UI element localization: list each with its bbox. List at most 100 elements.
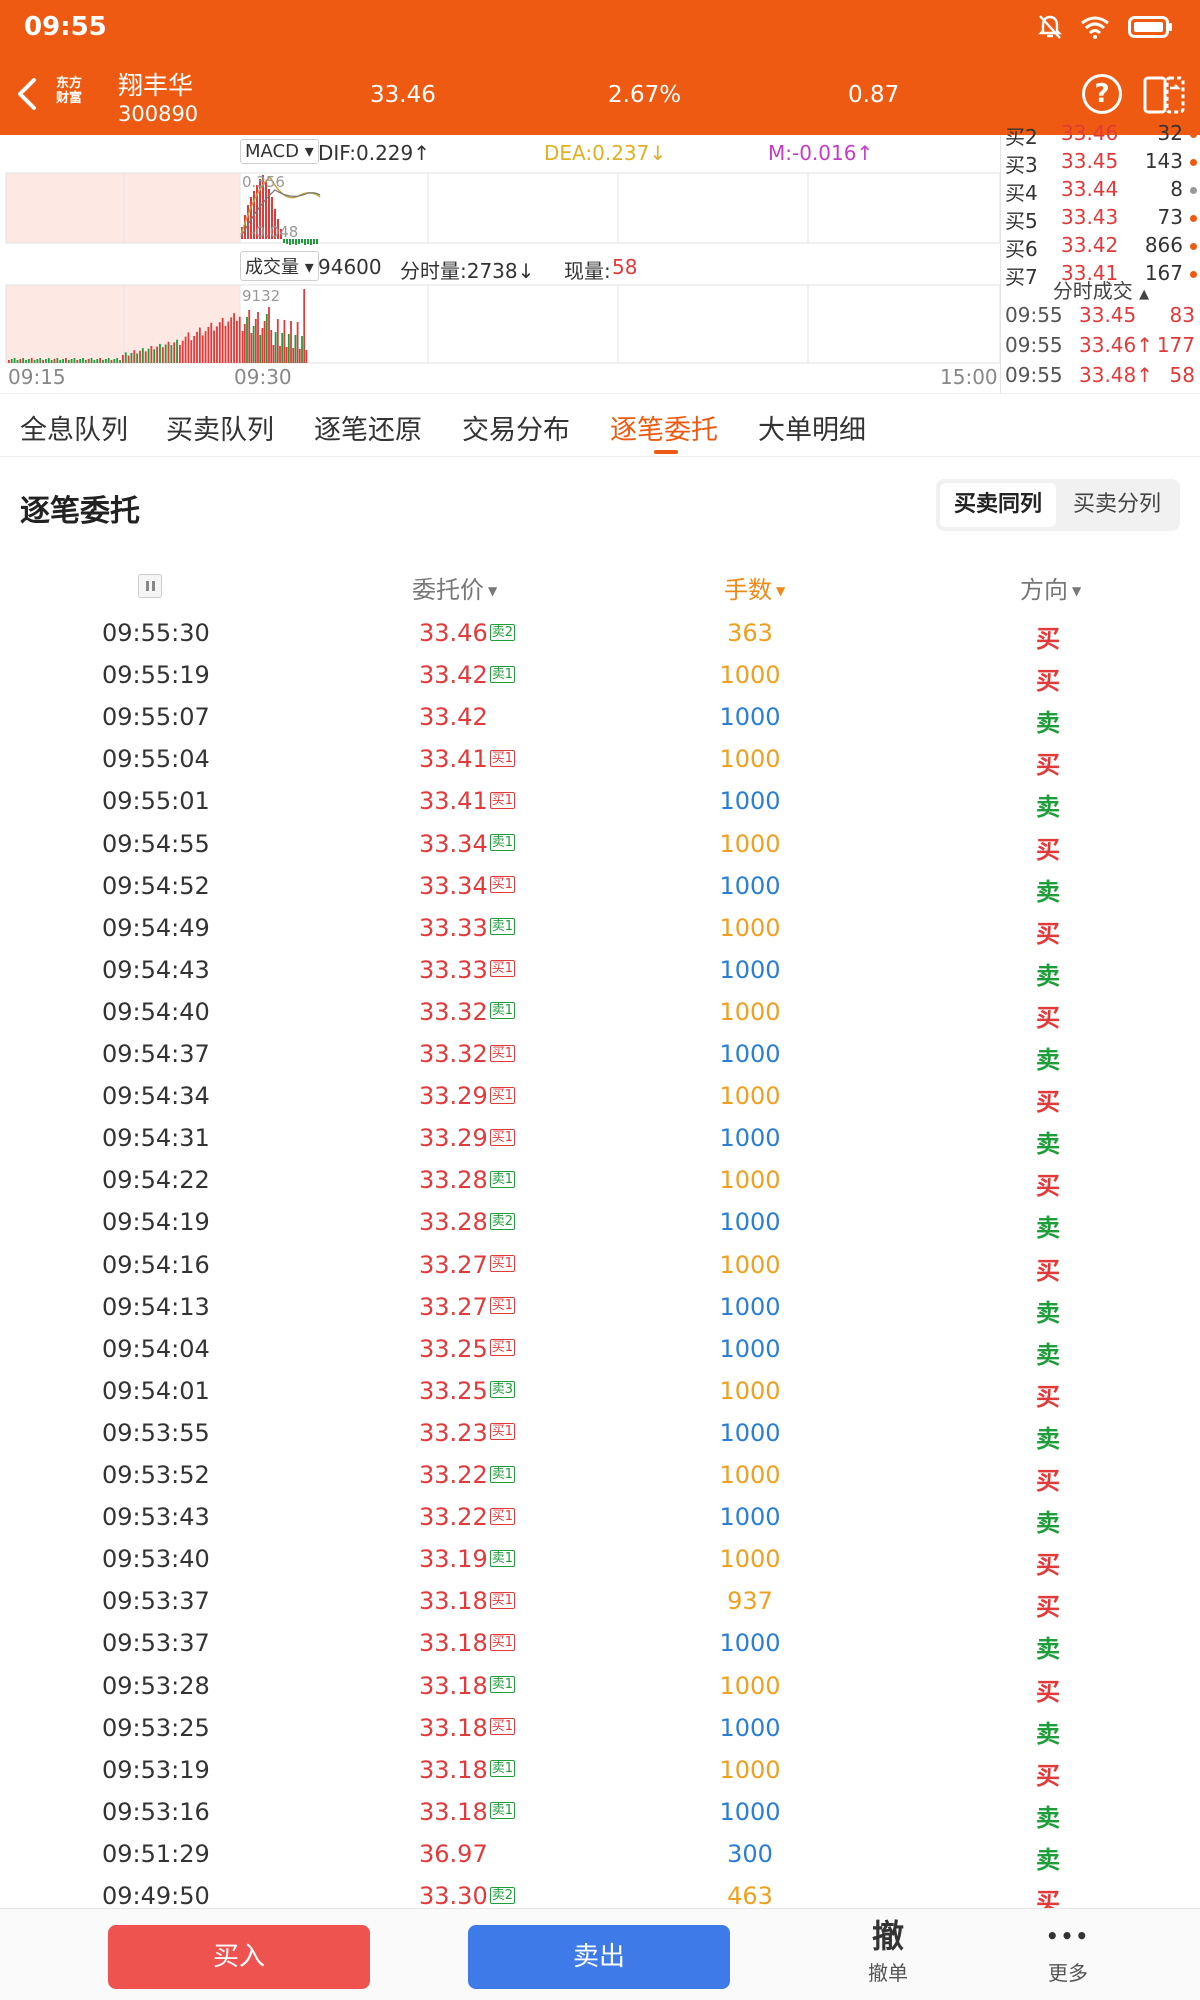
table-row[interactable]: 09:53:55 33.23 买1 1000 卖 bbox=[0, 1419, 1200, 1461]
table-row[interactable]: 09:54:16 33.27 买1 1000 买 bbox=[0, 1251, 1200, 1293]
logo-text: 东方财富 bbox=[55, 76, 82, 106]
tab-full-queue[interactable]: 全息队列 bbox=[20, 408, 128, 447]
level-badge: 买1 bbox=[489, 791, 515, 809]
volume-bar bbox=[270, 330, 273, 363]
trade-volume: 58 bbox=[1169, 363, 1195, 387]
table-row[interactable]: 09:53:28 33.18 卖1 1000 买 bbox=[0, 1672, 1200, 1714]
volume-bar bbox=[290, 321, 292, 363]
order-time: 09:54:52 bbox=[102, 871, 210, 900]
table-row[interactable]: 09:53:40 33.19 卖1 1000 买 bbox=[0, 1545, 1200, 1587]
level-price: 33.43 bbox=[1061, 205, 1119, 229]
trade-price: 33.45 bbox=[1079, 303, 1137, 327]
table-row[interactable]: 09:54:19 33.28 卖2 1000 卖 bbox=[0, 1208, 1200, 1250]
table-row[interactable]: 09:54:04 33.25 买1 1000 卖 bbox=[0, 1335, 1200, 1377]
order-price: 33.18 卖1 bbox=[419, 1672, 515, 1700]
table-row[interactable]: 09:54:37 33.32 买1 1000 卖 bbox=[0, 1040, 1200, 1082]
order-price: 36.97 bbox=[419, 1840, 488, 1868]
table-row[interactable]: 09:54:49 33.33 卖1 1000 买 bbox=[0, 914, 1200, 956]
order-volume: 1000 bbox=[719, 1713, 781, 1742]
table-row[interactable]: 09:53:37 33.18 买1 937 买 bbox=[0, 1587, 1200, 1629]
volume-bar bbox=[187, 332, 190, 363]
order-time: 09:53:52 bbox=[102, 1461, 210, 1489]
tab-bid-ask-queue[interactable]: 买卖队列 bbox=[166, 408, 274, 447]
table-row[interactable]: 09:53:43 33.22 买1 1000 卖 bbox=[0, 1503, 1200, 1545]
table-row[interactable]: 09:54:52 33.34 买1 1000 卖 bbox=[0, 872, 1200, 914]
volume-bar bbox=[19, 359, 22, 363]
sort-caret-icon: ▼ bbox=[488, 584, 498, 598]
header-direction[interactable]: 方向 ▼ bbox=[1020, 570, 1081, 605]
back-icon[interactable] bbox=[12, 76, 42, 112]
order-volume: 1000 bbox=[719, 871, 781, 900]
level-badge: 买1 bbox=[489, 1591, 515, 1609]
order-price-value: 33.32 bbox=[419, 1040, 488, 1068]
volume-bar bbox=[8, 360, 10, 363]
chart-area[interactable]: MACD ▾ DIF:0.229↑ DEA:0.237↓ M:-0.016↑ 0… bbox=[0, 135, 1000, 393]
level-volume: 8 bbox=[1170, 177, 1183, 201]
order-book[interactable]: 买2 33.46 32 买3 33.45 143 买4 33.44 8 买5 33.43 73 买6 33… bbox=[1000, 121, 1200, 393]
order-book-row: 买5 33.43 73 bbox=[1001, 205, 1200, 233]
table-row[interactable]: 09:55:04 33.41 买1 1000 买 bbox=[0, 745, 1200, 787]
tab-tick-orders[interactable]: 逐笔委托 bbox=[610, 408, 718, 447]
order-price: 33.41 买1 bbox=[419, 745, 515, 773]
table-row[interactable]: 09:54:43 33.33 买1 1000 卖 bbox=[0, 956, 1200, 998]
table-row[interactable]: 09:51:29 36.97 300 卖 bbox=[0, 1840, 1200, 1882]
table-row[interactable]: 09:54:22 33.28 卖1 1000 买 bbox=[0, 1166, 1200, 1208]
macd-selector[interactable]: MACD ▾ bbox=[240, 139, 319, 164]
volume-bar bbox=[102, 360, 104, 363]
volume-bar bbox=[248, 310, 251, 363]
order-price-value: 33.28 bbox=[419, 1166, 488, 1195]
m-value: M:-0.016↑ bbox=[768, 141, 874, 165]
table-row[interactable]: 09:54:13 33.27 买1 1000 卖 bbox=[0, 1293, 1200, 1335]
order-direction: 卖 bbox=[1036, 1509, 1060, 1538]
order-price-value: 33.18 bbox=[419, 1671, 488, 1700]
order-volume: 1000 bbox=[719, 1418, 781, 1447]
table-row[interactable]: 09:54:34 33.29 买1 1000 买 bbox=[0, 1082, 1200, 1124]
help-icon[interactable]: ? bbox=[1082, 74, 1122, 114]
volume-bar bbox=[285, 347, 288, 363]
trades-header[interactable]: 分时成交 ▲ bbox=[1001, 275, 1200, 304]
trade-volume: 177 bbox=[1156, 333, 1195, 357]
table-row[interactable]: 09:55:19 33.42 卖1 1000 买 bbox=[0, 661, 1200, 703]
table-row[interactable]: 09:53:25 33.18 买1 1000 卖 bbox=[0, 1714, 1200, 1756]
tab-trade-distribution[interactable]: 交易分布 bbox=[462, 408, 570, 447]
pause-icon[interactable] bbox=[138, 574, 162, 598]
sell-button[interactable]: 卖出 bbox=[468, 1925, 730, 1989]
table-row[interactable]: 09:54:55 33.34 卖1 1000 买 bbox=[0, 830, 1200, 872]
order-volume: 363 bbox=[727, 619, 773, 647]
volume-bar bbox=[210, 322, 213, 363]
table-row[interactable]: 09:53:37 33.18 买1 1000 卖 bbox=[0, 1629, 1200, 1671]
trade-row: 09:55 33.48↑ 58 bbox=[1001, 363, 1200, 391]
order-price: 33.29 买1 bbox=[419, 1124, 515, 1152]
tab-tick-restore[interactable]: 逐笔还原 bbox=[314, 408, 422, 447]
same-column-button[interactable]: 买卖同列 bbox=[940, 483, 1056, 527]
cancel-order-button[interactable]: 撤 撤单 bbox=[848, 1915, 928, 1986]
order-price: 33.22 卖1 bbox=[419, 1461, 515, 1489]
header-price[interactable]: 委托价 ▼ bbox=[412, 570, 497, 605]
table-row[interactable]: 09:55:30 33.46 卖2 363 买 bbox=[0, 619, 1200, 661]
level-badge: 买1 bbox=[489, 1718, 515, 1736]
table-row[interactable]: 09:54:40 33.32 卖1 1000 买 bbox=[0, 998, 1200, 1040]
table-row[interactable]: 09:55:01 33.41 买1 1000 卖 bbox=[0, 787, 1200, 829]
level-badge: 买1 bbox=[489, 1044, 515, 1062]
table-row[interactable]: 09:55:07 33.42 1000 卖 bbox=[0, 703, 1200, 745]
volume-bar bbox=[227, 321, 230, 363]
order-time: 09:53:40 bbox=[102, 1545, 210, 1574]
table-row[interactable]: 09:53:16 33.18 卖1 1000 卖 bbox=[0, 1798, 1200, 1840]
order-price-value: 33.18 bbox=[419, 1629, 488, 1658]
order-volume: 1000 bbox=[719, 661, 781, 690]
header-volume[interactable]: 手数 ▼ bbox=[724, 570, 785, 605]
volume-selector[interactable]: 成交量 ▾ bbox=[240, 251, 319, 281]
tab-large-orders[interactable]: 大单明细 bbox=[758, 408, 866, 447]
switch-layout-icon[interactable] bbox=[1142, 74, 1186, 116]
table-row[interactable]: 09:53:52 33.22 卖1 1000 买 bbox=[0, 1461, 1200, 1503]
order-time: 09:54:04 bbox=[102, 1334, 210, 1363]
more-button[interactable]: ••• 更多 bbox=[1028, 1915, 1108, 1986]
level-badge: 买1 bbox=[489, 960, 515, 978]
table-row[interactable]: 09:54:01 33.25 卖3 1000 买 bbox=[0, 1377, 1200, 1419]
table-row[interactable]: 09:54:31 33.29 买1 1000 卖 bbox=[0, 1124, 1200, 1166]
buy-button[interactable]: 买入 bbox=[108, 1925, 370, 1989]
table-row[interactable]: 09:53:19 33.18 卖1 1000 买 bbox=[0, 1756, 1200, 1798]
volume-bar bbox=[42, 360, 44, 363]
trade-row: 09:55 33.46↑ 177 bbox=[1001, 333, 1200, 361]
split-column-button[interactable]: 买卖分列 bbox=[1058, 483, 1176, 527]
